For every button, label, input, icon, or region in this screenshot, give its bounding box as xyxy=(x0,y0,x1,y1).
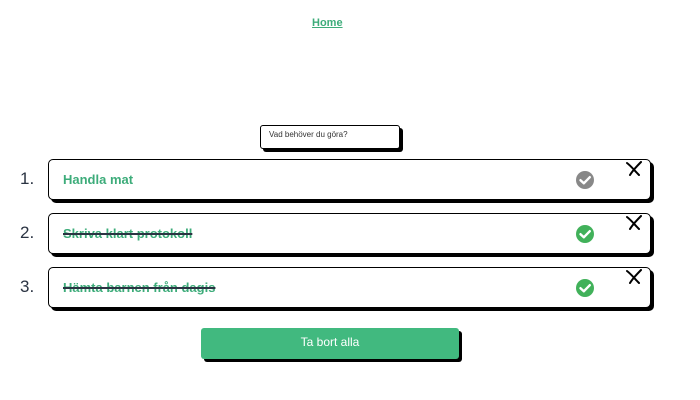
close-x-icon[interactable] xyxy=(624,161,644,177)
todo-item: 3. Hämta barnen från dagis xyxy=(0,267,700,311)
todo-text: Hämta barnen från dagis xyxy=(63,280,216,295)
check-circle-icon[interactable] xyxy=(572,279,598,297)
todo-number: 3. xyxy=(20,277,35,296)
close-x-icon[interactable] xyxy=(624,269,644,285)
todo-card: Skriva klart protokoll xyxy=(48,213,651,254)
check-circle-icon[interactable] xyxy=(572,171,598,189)
todo-number: 2. xyxy=(20,223,35,242)
todo-input[interactable] xyxy=(260,125,400,149)
todo-number: 1. xyxy=(20,169,35,188)
todo-item: 2. Skriva klart protokoll xyxy=(0,213,700,257)
todo-text: Handla mat xyxy=(63,172,134,187)
todo-item: 1. Handla mat xyxy=(0,159,700,203)
close-x-icon[interactable] xyxy=(624,215,644,231)
todo-text: Skriva klart protokoll xyxy=(63,226,193,241)
todo-card: Hämta barnen från dagis xyxy=(48,267,651,308)
home-link[interactable]: Home xyxy=(312,17,343,29)
clear-all-button[interactable]: Ta bort alla xyxy=(201,328,459,359)
todo-app: Home 1. Handla mat xyxy=(0,0,700,400)
check-circle-icon[interactable] xyxy=(572,225,598,243)
todo-card: Handla mat xyxy=(48,159,651,200)
